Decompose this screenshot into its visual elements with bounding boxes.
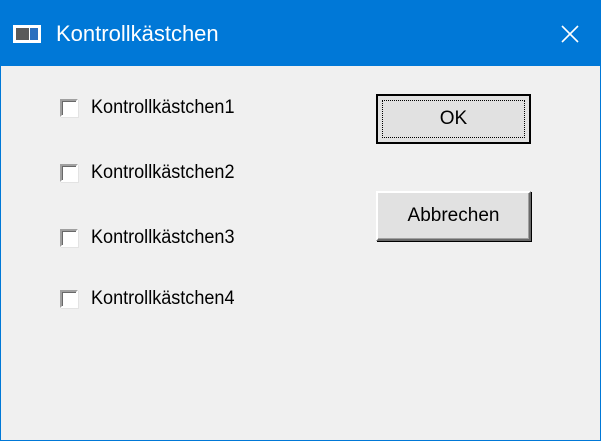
close-icon [560,24,580,44]
checkbox-label-4[interactable]: Kontrollkästchen4 [91,288,234,310]
checkbox-label-1[interactable]: Kontrollkästchen1 [91,97,234,119]
checkbox-row-1[interactable]: Kontrollkästchen1 [60,93,242,123]
title-bar[interactable]: Kontrollkästchen [1,1,600,66]
ok-button-label: OK [439,108,468,129]
cancel-button[interactable]: Abbrechen [376,191,531,241]
cancel-button-label: Abbrechen [407,205,500,226]
checkbox-1[interactable] [60,99,78,117]
checkbox-row-2[interactable]: Kontrollkästchen2 [60,158,242,188]
checkbox-2[interactable] [60,164,78,182]
app-window-icon [13,25,41,43]
close-button[interactable] [540,1,600,66]
dialog-window: Kontrollkästchen Kontrollkästchen1 Kontr… [0,0,601,441]
checkbox-label-3[interactable]: Kontrollkästchen3 [91,227,234,249]
checkbox-label-2[interactable]: Kontrollkästchen2 [91,162,234,184]
checkbox-row-4[interactable]: Kontrollkästchen4 [60,284,242,314]
checkbox-row-3[interactable]: Kontrollkästchen3 [60,223,242,253]
checkbox-3[interactable] [60,229,78,247]
ok-button[interactable]: OK [376,94,531,144]
window-title: Kontrollkästchen [56,21,219,46]
checkbox-4[interactable] [60,290,78,308]
